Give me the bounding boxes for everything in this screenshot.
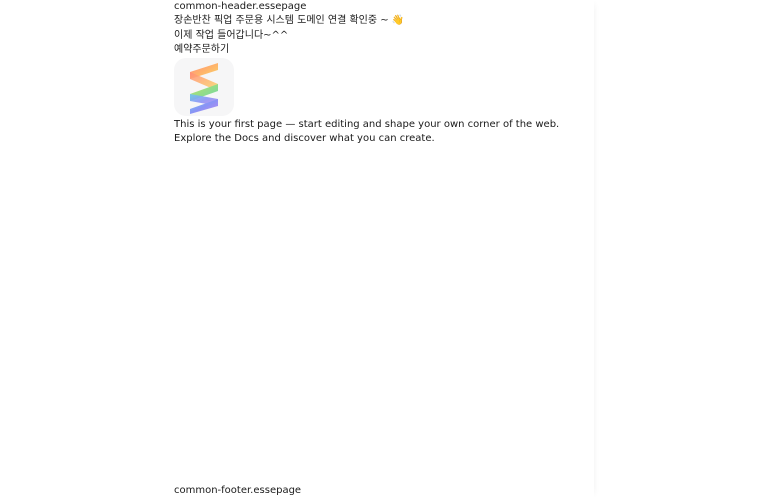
notice-line-2: 이제 작업 들어갑니다~^^ <box>174 30 289 41</box>
intro-line-2-before: Explore the <box>174 133 235 144</box>
reservation-order-link[interactable]: 예약주문하기 <box>174 43 229 57</box>
site-logo <box>174 58 234 116</box>
page: common-header.essepage 장손반찬 픽업 주문용 시스템 도… <box>0 0 768 498</box>
intro-line-2-after: and discover what you can create. <box>258 133 435 144</box>
common-header: common-header.essepage <box>174 1 307 12</box>
notice-line-1: 장손반찬 픽업 주문용 시스템 도메인 연결 확인중 ~ 👋 <box>174 15 405 26</box>
stripe-s-logo-icon <box>190 63 218 114</box>
intro-line-2: Explore the Docs and discover what you c… <box>174 132 435 146</box>
intro-line-1: This is your first page — start editing … <box>174 119 560 130</box>
common-footer: common-footer.essepage <box>174 485 302 496</box>
docs-link[interactable]: Docs <box>234 133 259 144</box>
content-column: common-header.essepage 장손반찬 픽업 주문용 시스템 도… <box>174 0 594 498</box>
